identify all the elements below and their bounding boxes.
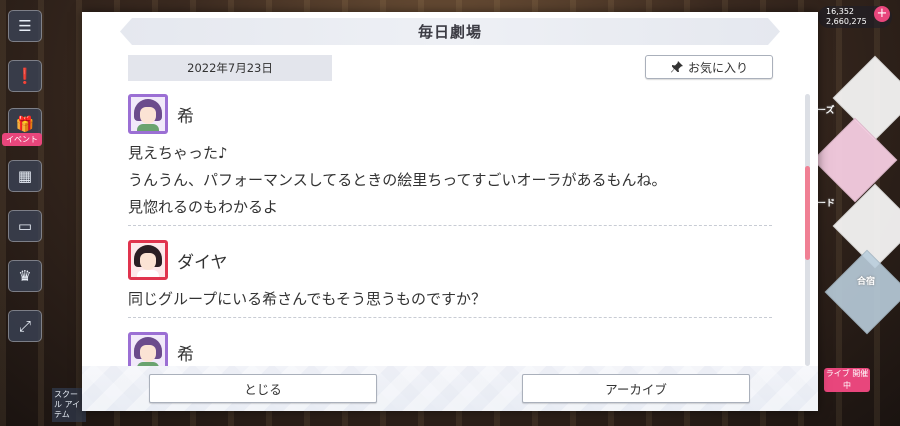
live-banner[interactable]: ライブ 開催中 bbox=[824, 368, 870, 392]
scrollbar[interactable] bbox=[805, 94, 810, 366]
menu-icon[interactable]: ☰ bbox=[8, 10, 42, 42]
expand-icon[interactable]: ⤢ bbox=[8, 310, 42, 342]
dialog-title: 毎日劇場 bbox=[417, 23, 482, 41]
gift-icon[interactable]: ▦ bbox=[8, 160, 42, 192]
menu-diamond-4[interactable] bbox=[824, 249, 900, 335]
dialogue-line: 同じグループにいる希さんでもそう思うものですか？ bbox=[128, 290, 487, 308]
menu-diamond-label-2: ード bbox=[817, 199, 836, 209]
dialogue-entry: ダイヤ 同じグループにいる希さんでもそう思うものですか？ bbox=[128, 238, 772, 318]
speaker-avatar bbox=[128, 332, 168, 366]
event-badge: イベント bbox=[2, 133, 42, 146]
dialog-footer: とじる アーカイブ bbox=[82, 366, 818, 411]
daily-theater-dialog: 毎日劇場 2022年7月23日 お気に入り 希 見えちゃった♪ うんうん、パフォ bbox=[82, 12, 818, 411]
dialogue-line: うんうん、パフォーマンスしてるときの絵里ちってすごいオーラがあるもんね。 bbox=[128, 171, 667, 189]
menu-diamond-label-1: ーズ bbox=[817, 106, 835, 116]
menu-diamond-label-3: 合宿 bbox=[857, 277, 876, 287]
favorite-button[interactable]: お気に入り bbox=[645, 55, 773, 79]
add-currency-button[interactable]: + bbox=[874, 6, 890, 22]
pin-icon bbox=[670, 60, 684, 74]
left-menu-rail: ☰ ❗ 🎁 イベント ▦ ▭ ♛ ⤢ bbox=[0, 0, 48, 426]
dialogue-entry: 希 見えちゃった♪ うんうん、パフォーマンスしてるときの絵里ちってすごいオーラが… bbox=[128, 92, 772, 226]
dialogue-entry: 希 bbox=[128, 330, 772, 366]
dialogue-list[interactable]: 希 見えちゃった♪ うんうん、パフォーマンスしてるときの絵里ちってすごいオーラが… bbox=[128, 92, 778, 366]
menu-diamond-1[interactable] bbox=[832, 55, 900, 141]
speaker-avatar bbox=[128, 94, 168, 134]
dialogue-line: 見えちゃった♪ bbox=[128, 144, 228, 162]
scrollbar-thumb[interactable] bbox=[805, 166, 810, 260]
entry-divider bbox=[128, 225, 772, 226]
entry-divider bbox=[128, 317, 772, 318]
screen-icon[interactable]: ▭ bbox=[8, 210, 42, 242]
speaker-name: 希 bbox=[177, 344, 194, 365]
speaker-avatar bbox=[128, 240, 168, 280]
speaker-name: 希 bbox=[177, 106, 194, 127]
trophy-icon[interactable]: ♛ bbox=[8, 260, 42, 292]
speaker-name: ダイヤ bbox=[177, 252, 228, 273]
dialog-title-bar: 毎日劇場 bbox=[120, 18, 780, 45]
school-item-caption: スクール アイテム bbox=[52, 388, 86, 422]
archive-button[interactable]: アーカイブ bbox=[522, 374, 750, 403]
chat-icon[interactable]: ❗ bbox=[8, 60, 42, 92]
right-menu-area: 16,352 2,660,275 + ーズ ード 合宿 ライブ 開催中 bbox=[812, 0, 900, 426]
dialogue-line: 見惚れるのもわかるよ bbox=[128, 198, 279, 216]
date-label: 2022年7月23日 bbox=[128, 55, 332, 81]
close-button[interactable]: とじる bbox=[149, 374, 377, 403]
favorite-label: お気に入り bbox=[687, 60, 748, 75]
